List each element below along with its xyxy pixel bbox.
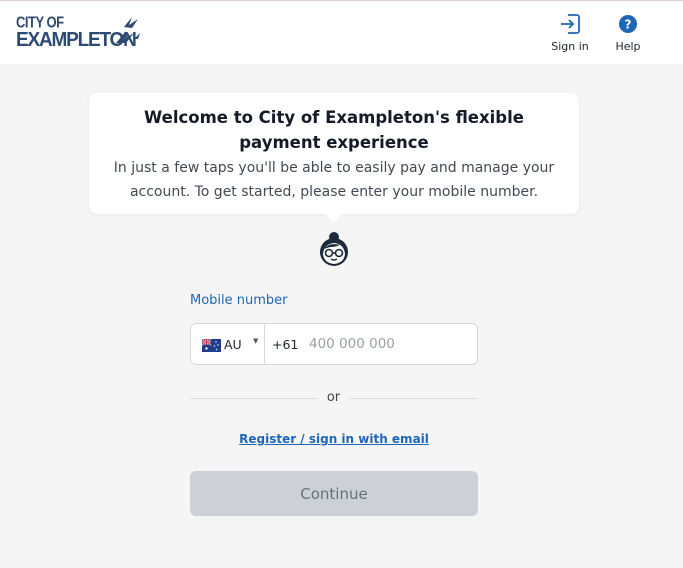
australia-flag-icon	[202, 339, 221, 352]
continue-button[interactable]: Continue	[190, 471, 478, 516]
sign-in-button[interactable]: Sign in	[551, 13, 589, 55]
welcome-body: In just a few taps you'll be able to eas…	[113, 160, 555, 200]
mobile-number-field: AU ▼ +61	[190, 323, 478, 365]
country-select[interactable]: AU ▼	[191, 324, 265, 364]
welcome-title: Welcome to City of Exampleton's flexible…	[144, 108, 524, 152]
register-email-link[interactable]: Register / sign in with email	[190, 432, 478, 446]
top-header: CITY OF EXAMPLETON Sign in ? Help	[0, 0, 683, 64]
or-divider-text: or	[326, 390, 341, 405]
divider-left	[190, 398, 318, 399]
divider-right	[349, 398, 478, 399]
chevron-down-icon: ▼	[253, 337, 259, 345]
help-label: Help	[615, 40, 641, 53]
country-code: AU	[224, 337, 242, 352]
assistant-avatar-icon	[320, 232, 348, 266]
city-logo[interactable]: CITY OF EXAMPLETON	[16, 13, 146, 53]
sign-in-icon	[561, 14, 580, 34]
birds-icon	[116, 17, 140, 43]
help-button[interactable]: ? Help	[610, 13, 646, 55]
svg-text:?: ?	[625, 18, 632, 32]
help-icon: ?	[619, 15, 637, 33]
dial-code: +61	[272, 337, 299, 352]
sign-in-label: Sign in	[551, 40, 589, 53]
mobile-number-label: Mobile number	[190, 293, 288, 308]
welcome-bubble: Welcome to City of Exampleton's flexible…	[89, 93, 579, 222]
mobile-number-input[interactable]	[309, 331, 469, 357]
